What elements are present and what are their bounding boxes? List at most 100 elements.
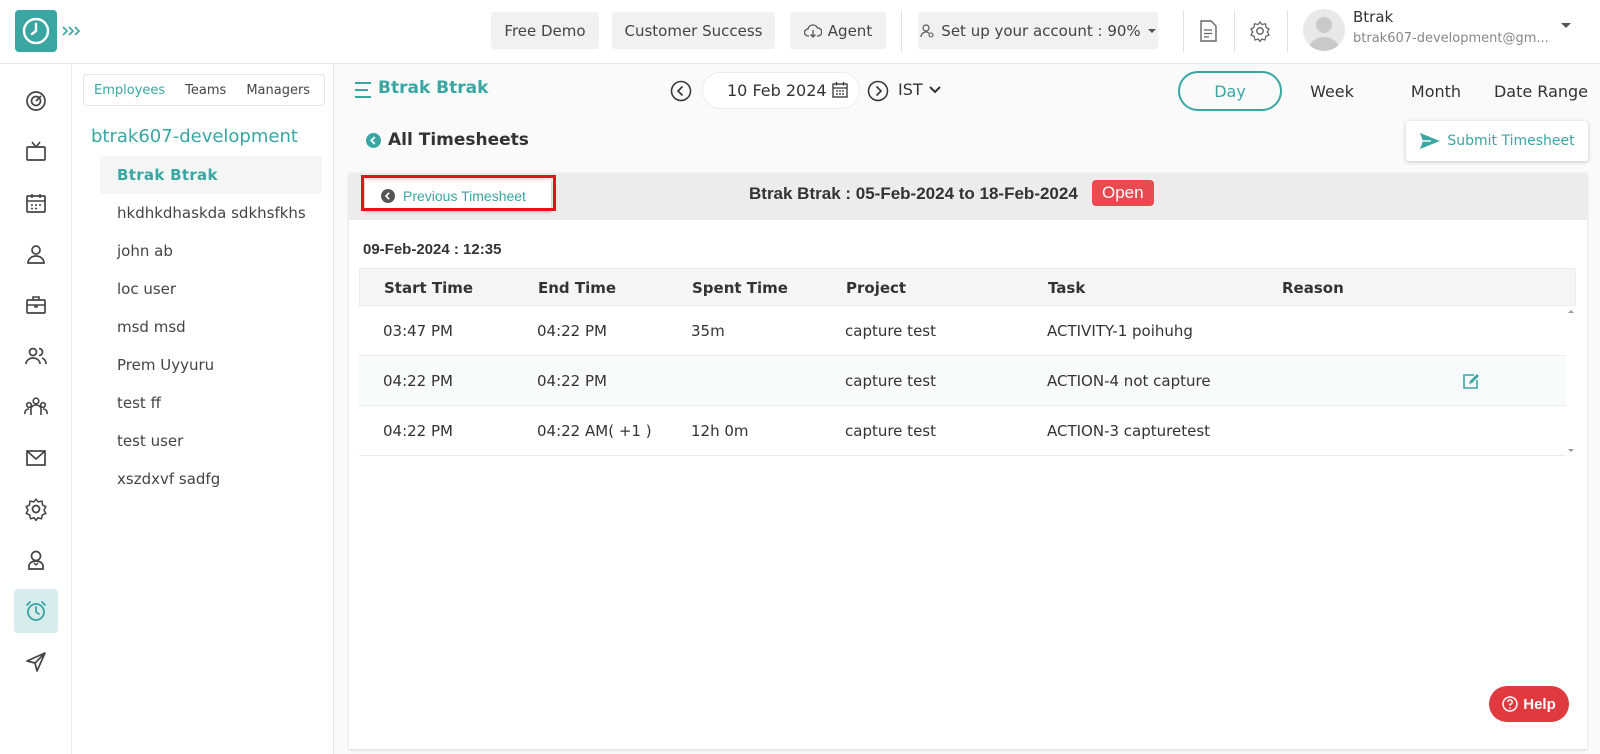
customer-success-button[interactable]: Customer Success (612, 12, 775, 49)
header-divider (1287, 10, 1288, 52)
tab-week[interactable]: Week (1284, 71, 1380, 111)
user-avatar[interactable] (1303, 9, 1345, 51)
calendar-icon[interactable] (832, 81, 848, 98)
tab-month[interactable]: Month (1384, 71, 1488, 111)
task-cell: ACTIVITY-1 poihuhg (1047, 322, 1193, 340)
employee-item[interactable]: john ab (100, 232, 322, 270)
tab-teams[interactable]: Teams (175, 83, 236, 98)
nav-team-icon[interactable] (14, 334, 58, 378)
free-demo-button[interactable]: Free Demo (491, 12, 599, 49)
timesheet-header: Previous Timesheet Btrak Btrak : 05-Feb-… (349, 173, 1587, 220)
nav-send-icon[interactable] (14, 640, 58, 684)
agent-button[interactable]: Agent (790, 12, 886, 49)
free-demo-label: Free Demo (504, 21, 586, 40)
app-logo-icon[interactable] (15, 10, 57, 52)
next-date-icon[interactable] (867, 80, 889, 102)
employee-item[interactable]: xszdxvf sadfg (100, 460, 322, 498)
nav-dashboard-icon[interactable] (14, 79, 58, 123)
nav-profile-badge-icon[interactable] (14, 538, 58, 582)
header-divider (1183, 10, 1184, 52)
employee-item[interactable]: Btrak Btrak (100, 156, 322, 194)
tab-date-range[interactable]: Date Range (1490, 71, 1592, 111)
date-value: 10 Feb 2024 (727, 81, 827, 100)
cloud-download-icon (803, 23, 822, 38)
project-cell: capture test (845, 372, 936, 390)
column-header: Reason (1282, 279, 1344, 297)
employee-item[interactable]: test user (100, 422, 322, 460)
user-email: btrak607-development@gm... (1353, 31, 1549, 46)
nav-group-icon[interactable] (14, 385, 58, 429)
all-timesheets-back-link[interactable]: All Timesheets (366, 130, 529, 150)
selected-employee-name: Btrak Btrak (378, 78, 489, 98)
setup-account-label: Set up your account : 90% (941, 21, 1141, 40)
start-time-cell: 04:22 PM (383, 422, 453, 440)
column-header: End Time (538, 279, 617, 297)
table-header: Start Time End Time Spent Time Project T… (359, 268, 1576, 306)
highlight-box (361, 175, 556, 211)
view-tabs: Day Week Month Date Range (1178, 71, 1592, 111)
edit-icon[interactable] (1462, 373, 1480, 390)
user-menu-caret-icon[interactable] (1560, 22, 1572, 30)
tab-employees[interactable]: Employees (84, 83, 175, 98)
previous-date-icon[interactable] (670, 80, 692, 102)
table-scrollbar[interactable] (1566, 306, 1576, 456)
spent-time-cell: 35m (691, 322, 725, 340)
timesheet-card: Previous Timesheet Btrak Btrak : 05-Feb-… (349, 173, 1587, 749)
expand-menu-icon[interactable] (60, 20, 82, 42)
start-time-cell: 03:47 PM (383, 322, 453, 340)
start-time-cell: 04:22 PM (383, 372, 453, 390)
nav-mail-icon[interactable] (14, 436, 58, 480)
nav-calendar-icon[interactable] (14, 181, 58, 225)
setup-account-dropdown[interactable]: Set up your account : 90% (918, 12, 1158, 49)
nav-user-icon[interactable] (14, 232, 58, 276)
header-divider (1234, 10, 1235, 52)
organization-name[interactable]: btrak607-development (91, 126, 298, 147)
end-time-cell: 04:22 PM (537, 322, 607, 340)
task-cell: ACTION-4 not capture (1047, 372, 1211, 390)
column-header: Project (846, 279, 907, 297)
chevron-down-icon (928, 85, 941, 93)
column-header: Task (1048, 279, 1086, 297)
employee-item[interactable]: loc user (100, 270, 322, 308)
end-time-cell: 04:22 PM (537, 372, 607, 390)
table-row[interactable]: 04:22 PM 04:22 AM( +1 ) 12h 0m capture t… (359, 406, 1566, 456)
timesheet-title: Btrak Btrak : 05-Feb-2024 to 18-Feb-2024 (749, 184, 1078, 203)
user-setup-icon (920, 23, 934, 38)
nav-rail (0, 64, 72, 754)
employee-panel: Employees Teams Managers btrak607-develo… (72, 64, 334, 754)
submit-timesheet-label: Submit Timesheet (1447, 133, 1575, 149)
table-row[interactable]: 03:47 PM 04:22 PM 35m capture test ACTIV… (359, 306, 1566, 356)
back-arrow-circle-icon (366, 132, 381, 148)
hamburger-menu-icon[interactable] (354, 80, 372, 100)
spent-time-cell: 12h 0m (691, 422, 749, 440)
submit-timesheet-button[interactable]: Submit Timesheet (1406, 121, 1588, 161)
document-icon[interactable] (1195, 18, 1221, 44)
tab-day[interactable]: Day (1178, 71, 1282, 111)
settings-gear-icon[interactable] (1247, 18, 1273, 44)
employee-item[interactable]: hkdhkdhaskda sdkhsfkhs (100, 194, 322, 232)
column-header: Start Time (384, 279, 474, 297)
send-icon (1420, 133, 1441, 149)
tab-managers[interactable]: Managers (236, 83, 320, 98)
header-divider (901, 10, 902, 52)
nav-timesheet-alarm-icon[interactable] (14, 589, 58, 633)
agent-label: Agent (827, 21, 873, 40)
day-label: 09-Feb-2024 : 12:35 (363, 241, 502, 258)
top-header: Free Demo Customer Success Agent Set up … (0, 0, 1600, 64)
nav-briefcase-icon[interactable] (14, 283, 58, 327)
timezone-dropdown[interactable]: IST (898, 80, 941, 99)
customer-success-label: Customer Success (624, 21, 763, 40)
table-row[interactable]: 04:22 PM 04:22 PM capture test ACTION-4 … (359, 356, 1566, 406)
nav-tv-icon[interactable] (14, 130, 58, 174)
nav-settings-icon[interactable] (14, 487, 58, 531)
caret-down-icon (1147, 28, 1156, 33)
question-circle-icon (1502, 696, 1518, 712)
employee-item[interactable]: test ff (100, 384, 322, 422)
employee-item[interactable]: Prem Uyyuru (100, 346, 322, 384)
employee-item[interactable]: msd msd (100, 308, 322, 346)
user-name: Btrak (1353, 8, 1394, 26)
project-cell: capture test (845, 422, 936, 440)
timezone-value: IST (898, 80, 923, 99)
status-badge: Open (1092, 180, 1154, 206)
help-button[interactable]: Help (1489, 686, 1569, 722)
